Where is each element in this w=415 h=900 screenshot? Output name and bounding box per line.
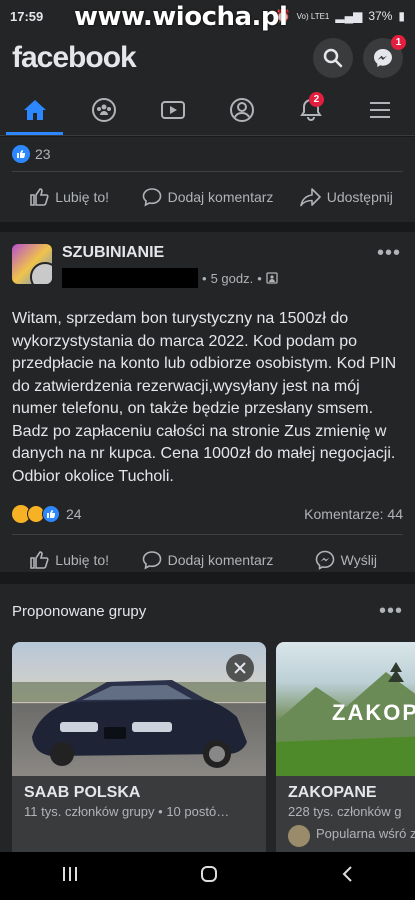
friend-avatar [288, 825, 310, 847]
menu-icon [370, 101, 391, 118]
like-reaction-icon [42, 505, 60, 523]
group-cover-image [12, 642, 266, 776]
group-card-zakopane[interactable]: ZAKOP ZAKOPANE 228 tys. członków g Popul… [276, 642, 415, 852]
watermark: www.wiocha.pl [74, 2, 288, 32]
system-nav-bar [0, 852, 415, 900]
previous-post-footer: 23 Lubię to! Dodaj komentarz Udostępnij [0, 137, 415, 222]
back-icon [342, 865, 352, 882]
suggested-groups-title: Proponowane grupy [12, 603, 147, 620]
reaction-count: 24 [66, 506, 82, 522]
home-icon [23, 99, 46, 120]
notifications-badge: 2 [308, 92, 324, 107]
status-time: 17:59 [10, 8, 44, 24]
messenger-icon [315, 550, 334, 570]
members-icon [266, 272, 278, 284]
more-options-button[interactable]: ••• [379, 600, 403, 623]
group-avatar[interactable] [12, 244, 52, 284]
groups-icon [91, 97, 116, 122]
video-icon [160, 100, 185, 119]
close-icon [234, 662, 246, 674]
reaction-count: 23 [35, 146, 51, 162]
messenger-button[interactable]: 1 [363, 35, 406, 78]
group-card-saab[interactable]: SAAB POLSKA 11 tys. członków grupy • 10 … [12, 642, 266, 852]
battery-level: 37% [368, 9, 393, 23]
like-reaction-icon [12, 145, 30, 163]
group-note: Popularna wśró zainteresowany [316, 826, 415, 841]
tab-home[interactable] [0, 84, 69, 135]
reaction-summary[interactable]: 24 Komentarze: 44 [0, 494, 415, 534]
share-icon [299, 188, 321, 207]
group-name: ZAKOPANE [288, 784, 377, 801]
dismiss-button[interactable] [226, 654, 254, 682]
messenger-badge: 1 [391, 35, 406, 50]
tab-profile[interactable] [208, 84, 277, 135]
main-nav: 2 [0, 84, 415, 136]
separator-dot: • [202, 270, 207, 286]
comment-label: Dodaj komentarz [167, 189, 274, 205]
share-label: Udostępnij [326, 189, 393, 205]
tab-menu[interactable] [346, 84, 415, 135]
battery-icon: ▮ [398, 9, 405, 23]
tab-groups[interactable] [69, 84, 138, 135]
reaction-summary[interactable]: 23 [0, 137, 415, 171]
comment-count[interactable]: Komentarze: 44 [304, 506, 403, 522]
comment-icon [142, 551, 161, 570]
search-button[interactable] [313, 38, 353, 78]
comment-label: Dodaj komentarz [167, 552, 274, 568]
comment-button[interactable]: Dodaj komentarz [138, 187, 276, 207]
send-label: Wyślij [340, 552, 378, 568]
network-label: Vo) LTE1 [296, 11, 330, 21]
redacted-author [62, 268, 198, 288]
thumbs-up-icon [30, 188, 49, 206]
home-circle-icon [201, 865, 218, 882]
more-options-button[interactable]: ••• [377, 242, 401, 265]
tab-watch[interactable] [138, 84, 207, 135]
thumbs-up-icon [30, 551, 49, 569]
author-avatar[interactable] [30, 262, 52, 284]
separator-dot: • [257, 270, 262, 286]
signal-icon: ▂▄▆ [335, 9, 363, 23]
post-text: Witam, sprzedam bon turystyczny na 1500z… [12, 310, 397, 485]
like-label: Lubię to! [55, 189, 110, 205]
group-name: SAAB POLSKA [24, 784, 141, 801]
share-button[interactable]: Udostępnij [277, 187, 415, 207]
like-label: Lubię to! [55, 552, 110, 568]
group-post: SZUBINIANIE • 5 godz. • ••• Witam, sprze… [0, 232, 415, 572]
group-cover-image: ZAKOP [276, 642, 415, 776]
like-button[interactable]: Lubię to! [0, 550, 138, 570]
top-bar: facebook 1 [0, 32, 415, 84]
post-time[interactable]: 5 godz. [211, 271, 254, 286]
profile-icon [230, 97, 255, 122]
back-button[interactable] [340, 865, 354, 888]
recent-apps-button[interactable] [61, 866, 79, 887]
home-button[interactable] [200, 865, 218, 888]
zakopane-logo-text: ZAKOP [332, 700, 415, 725]
send-button[interactable]: Wyślij [277, 550, 415, 570]
comment-icon [142, 188, 161, 207]
group-members: 11 tys. członków grupy • 10 postó… [24, 804, 230, 819]
messenger-icon [374, 49, 392, 67]
search-icon [323, 48, 343, 68]
suggested-groups: Proponowane grupy ••• SAAB POLSKA 11 tys… [0, 584, 415, 852]
group-members: 228 tys. członków g [288, 804, 402, 819]
comment-button[interactable]: Dodaj komentarz [138, 550, 276, 570]
status-icons: ⏰ Vo) LTE1 ▂▄▆ 37% ▮ [276, 9, 405, 23]
facebook-logo[interactable]: facebook [12, 41, 137, 75]
like-button[interactable]: Lubię to! [0, 187, 138, 207]
recent-apps-icon [62, 866, 77, 881]
group-name[interactable]: SZUBINIANIE [62, 244, 278, 262]
tab-notifications[interactable]: 2 [277, 84, 346, 135]
